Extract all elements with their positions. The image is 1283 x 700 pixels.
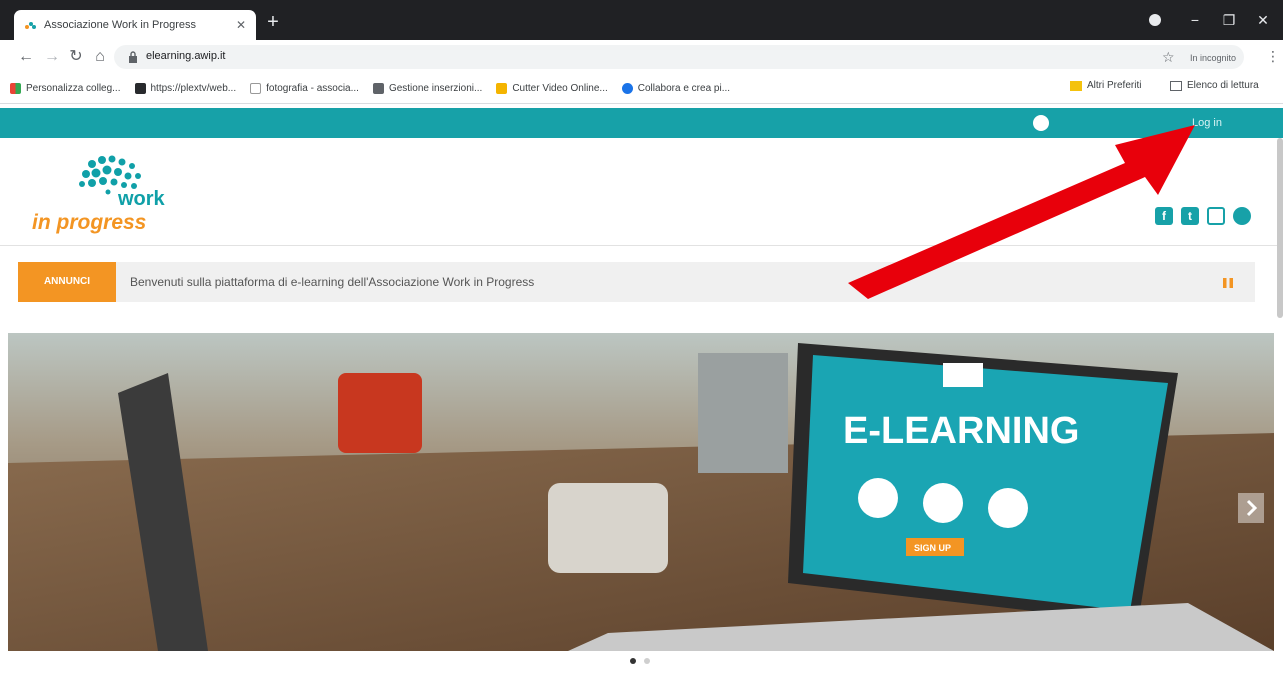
globe-icon: [621, 83, 633, 94]
restore-icon[interactable]: ❐: [1216, 8, 1242, 32]
profile-circle-icon[interactable]: [1142, 8, 1168, 32]
reload-icon[interactable]: ↻: [66, 47, 86, 67]
bookmark-label: Gestione inserzioni...: [388, 83, 483, 94]
address-bar[interactable]: [114, 45, 1244, 69]
bookmark-item[interactable]: Gestione inserzioni...: [372, 83, 483, 94]
logo-text-progress: in progress: [32, 211, 147, 234]
i-icon: [250, 83, 262, 94]
slider-dot-2[interactable]: [644, 658, 650, 664]
slider-dot-1[interactable]: [630, 658, 636, 664]
hero-image: E-LEARNING SIGN UP: [8, 333, 1274, 651]
announcement-badge: ANNUNCI: [18, 262, 116, 302]
url-text: elearning.awip.it: [146, 50, 226, 62]
bookmark-item[interactable]: Cutter Video Online...: [496, 83, 608, 94]
menu-dots-icon[interactable]: ⋮: [1266, 48, 1280, 65]
site-favicon-icon: [24, 19, 36, 31]
bookmark-item[interactable]: fotografia - associa...: [250, 83, 359, 94]
page-icon: [372, 83, 384, 94]
reading-list-label: Elenco di lettura: [1187, 80, 1259, 91]
logo-text-work: work: [118, 188, 165, 210]
bookmark-item[interactable]: Collabora e crea pi...: [621, 83, 731, 94]
bookmark-item[interactable]: https://plextv/web...: [134, 83, 237, 94]
page-scrollbar[interactable]: [1277, 138, 1283, 318]
apps-grid-icon: [10, 83, 21, 94]
cutter-icon: [496, 83, 508, 94]
pause-icon[interactable]: [1222, 276, 1234, 288]
red-arrow-annotation: [840, 115, 1200, 305]
close-window-icon[interactable]: ✕: [1250, 8, 1276, 32]
slide-headline: E-LEARNING: [843, 410, 1079, 452]
bookmark-label: fotografia - associa...: [266, 83, 359, 94]
slide-signup-text: SIGN UP: [914, 543, 951, 553]
bookmark-label: Collabora e crea pi...: [637, 83, 731, 94]
bookmark-star-icon[interactable]: ☆: [1162, 49, 1175, 66]
other-bookmarks[interactable]: Altri Preferiti: [1070, 80, 1141, 91]
minimize-icon[interactable]: −: [1182, 8, 1208, 32]
incognito-indicator[interactable]: In incognito: [1186, 48, 1237, 68]
bookmark-label: Personalizza colleg...: [26, 83, 121, 94]
home-icon[interactable]: ⌂: [90, 47, 110, 67]
back-icon[interactable]: ←: [16, 47, 36, 67]
slider-next-icon[interactable]: [1238, 493, 1264, 523]
tab-title: Associazione Work in Progress: [44, 19, 197, 31]
website-globe-icon[interactable]: [1233, 207, 1251, 225]
slider-dots: [630, 658, 660, 668]
announcement-text: Benvenuti sulla piattaforma di e-learnin…: [130, 275, 535, 289]
folder-icon: [1070, 80, 1082, 91]
plex-icon: [134, 83, 146, 94]
incognito-label: In incognito: [1190, 53, 1237, 63]
reading-list[interactable]: Elenco di lettura: [1170, 80, 1259, 91]
tab-close-icon[interactable]: ✕: [236, 18, 246, 32]
browser-tab[interactable]: Associazione Work in Progress ✕: [14, 10, 256, 40]
other-bookmarks-label: Altri Preferiti: [1087, 80, 1142, 91]
bookmark-item[interactable]: Personalizza colleg...: [10, 83, 121, 94]
instagram-icon[interactable]: [1207, 207, 1225, 225]
hero-slider[interactable]: E-LEARNING SIGN UP: [8, 333, 1274, 651]
new-tab-icon[interactable]: +: [262, 12, 284, 34]
lock-icon: [128, 50, 140, 64]
forward-icon[interactable]: →: [42, 47, 62, 67]
bookmark-label: Cutter Video Online...: [512, 83, 608, 94]
bookmark-label: https://plextv/web...: [150, 83, 237, 94]
reading-list-icon: [1170, 80, 1182, 91]
